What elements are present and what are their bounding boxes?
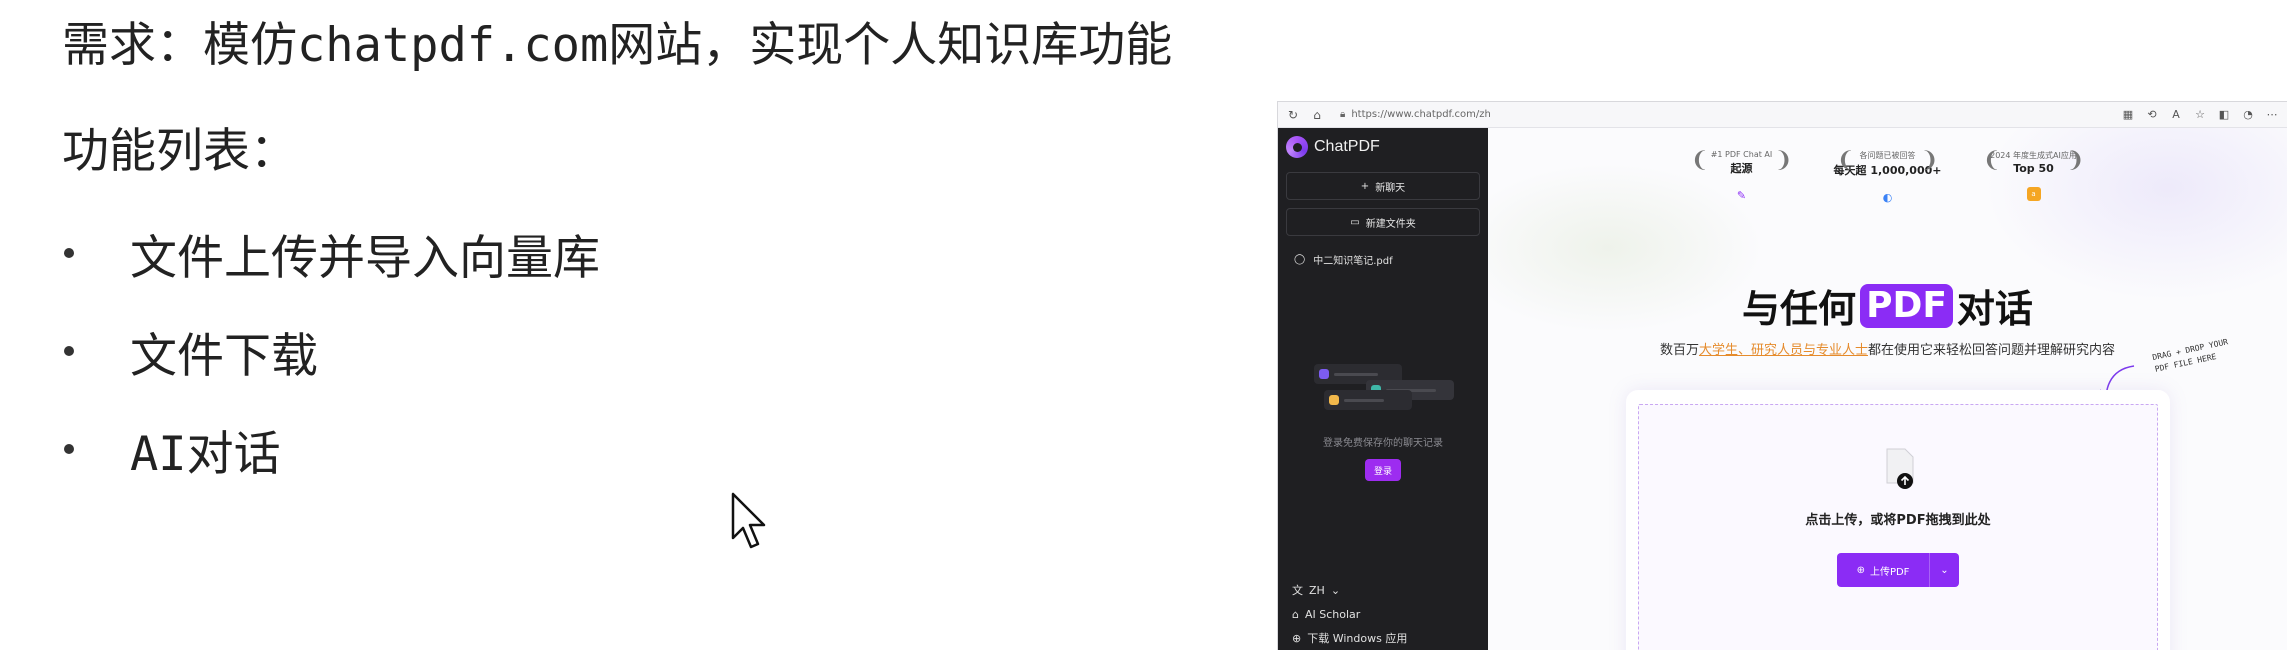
new-folder-button[interactable]: ▭ 新建文件夹 <box>1286 208 1480 236</box>
language-selector[interactable]: 文 ZH ⌄ <box>1292 578 1482 602</box>
chatpdf-app: ChatPDF + 新聊天 ▭ 新建文件夹 ◯ 中二知识笔记.pdf 登录免费保… <box>1278 128 2287 650</box>
upload-card: 点击上传，或将PDF拖拽到此处 ⊕ 上传PDF ⌄ <box>1626 390 2170 650</box>
chatpdf-logo-icon <box>1286 136 1308 158</box>
a16z-icon: a <box>2026 187 2041 201</box>
hero-sub-highlight[interactable]: 大学生、研究人员与专业人士 <box>1699 343 1868 358</box>
feature-list-heading: 功能列表： <box>62 124 297 179</box>
login-tip: 登录免费保存你的聊天记录 <box>1323 438 1443 449</box>
illustration-dot <box>1319 369 1329 379</box>
logo[interactable]: ChatPDF <box>1278 128 1488 166</box>
feature-text: AI对话 <box>130 426 281 482</box>
laurel-icon: ❩ <box>1774 148 1793 173</box>
feature-text: 文件下载 <box>130 328 318 384</box>
document-upload-icon <box>1886 448 1914 489</box>
refresh-icon[interactable]: ↻ <box>1286 108 1300 122</box>
logo-text: ChatPDF <box>1314 138 1380 155</box>
plus-icon: + <box>1360 180 1370 192</box>
address-bar[interactable]: 🔒︎ https://www.chatpdf.com/zh <box>1334 106 2111 124</box>
feature-item: 文件下载 <box>58 302 600 400</box>
read-aloud-icon[interactable]: A <box>2169 108 2183 122</box>
graduation-cap-icon: ⌂ <box>1292 607 1299 621</box>
hero-title-after: 对话 <box>1956 287 2033 331</box>
folder-icon: ▭ <box>1350 216 1360 228</box>
chat-icon: ✎ <box>1736 188 1747 202</box>
translate-icon[interactable]: ⟲ <box>2145 108 2159 122</box>
home-icon[interactable]: ⌂ <box>1310 108 1324 122</box>
sidebar-footer: 文 ZH ⌄ ⌂ AI Scholar ⊕ 下载 Windows 应用 <box>1292 578 1482 650</box>
new-chat-label: 新聊天 <box>1375 182 1406 194</box>
translate-icon: 文 <box>1292 584 1303 597</box>
message-icon: ◐ <box>1882 190 1893 204</box>
more-icon[interactable]: ⋯ <box>2265 108 2279 122</box>
ai-scholar-link[interactable]: ⌂ AI Scholar <box>1292 602 1482 626</box>
chevron-down-icon: ⌄ <box>1940 564 1949 576</box>
upload-circle-icon: ⊕ <box>1856 564 1865 576</box>
mouse-cursor-icon <box>730 492 770 556</box>
illustration-line <box>1344 398 1384 402</box>
download-windows-link[interactable]: ⊕ 下载 Windows 应用 <box>1292 626 1482 650</box>
upload-options-button[interactable]: ⌄ <box>1929 553 1959 587</box>
browser-window: ↻ ⌂ 🔒︎ https://www.chatpdf.com/zh ▦ ⟲ A … <box>1277 101 2287 650</box>
bullet-icon <box>64 444 74 454</box>
illustration-dot <box>1329 395 1339 405</box>
upload-pdf-button[interactable]: ⊕ 上传PDF <box>1837 553 1929 587</box>
chat-bubble-icon: ◯ <box>1294 254 1306 265</box>
chat-file-item[interactable]: ◯ 中二知识笔记.pdf <box>1294 252 1478 267</box>
main-area: ❨ ❩ #1 PDF Chat AI 起源 ✎ ❨ ❩ 各问题已被回答 每天超 … <box>1488 128 2287 650</box>
bullet-icon <box>64 248 74 258</box>
grid-icon[interactable]: ▦ <box>2121 108 2135 122</box>
pdf-dropzone[interactable]: 点击上传，或将PDF拖拽到此处 ⊕ 上传PDF ⌄ <box>1638 404 2158 650</box>
upload-pdf-label: 上传PDF <box>1869 566 1910 578</box>
illustration-card <box>1324 390 1412 410</box>
new-chat-button[interactable]: + 新聊天 <box>1286 172 1480 200</box>
ai-scholar-label: AI Scholar <box>1304 607 1361 621</box>
hero-title-highlight: PDF <box>1860 283 1953 328</box>
file-name: 中二知识笔记.pdf <box>1313 256 1393 267</box>
browser-toolbar: ↻ ⌂ 🔒︎ https://www.chatpdf.com/zh ▦ ⟲ A … <box>1278 102 2287 128</box>
hero-sub-before: 数百万 <box>1659 343 1699 358</box>
laurel-icon: ❨ <box>1836 148 1855 173</box>
hero-section: 与任何 PDF 对话 数百万大学生、研究人员与专业人士都在使用它来轻松回答问题并… <box>1488 278 2287 358</box>
download-windows-label: 下载 Windows 应用 <box>1307 632 1408 645</box>
award-badge: ❨ ❩ 各问题已被回答 每天超 1,000,000+ ◐ <box>1833 148 1943 204</box>
hero-sub-after: 都在使用它来轻松回答问题并理解研究内容 <box>1868 343 2116 358</box>
feature-item: 文件上传并导入向量库 <box>58 204 600 302</box>
chevron-down-icon: ⌄ <box>1330 583 1341 597</box>
laurel-icon: ❨ <box>1982 148 2001 173</box>
feature-text: 文件上传并导入向量库 <box>130 230 600 286</box>
copilot-icon[interactable]: ◔ <box>2241 108 2255 122</box>
feature-item: AI对话 <box>58 400 600 498</box>
slide-title: 需求：模仿chatpdf.com网站，实现个人知识库功能 <box>62 18 1173 73</box>
new-folder-label: 新建文件夹 <box>1365 218 1416 230</box>
upload-button-group: ⊕ 上传PDF ⌄ <box>1837 553 1959 587</box>
awards-row: ❨ ❩ #1 PDF Chat AI 起源 ✎ ❨ ❩ 各问题已被回答 每天超 … <box>1488 148 2287 204</box>
lock-icon: 🔒︎ <box>1340 109 1346 120</box>
award-badge: ❨ ❩ #1 PDF Chat AI 起源 ✎ <box>1687 148 1797 204</box>
dropzone-prompt: 点击上传，或将PDF拖拽到此处 <box>1805 513 1991 528</box>
laurel-icon: ❩ <box>1920 148 1939 173</box>
sidebar: ChatPDF + 新聊天 ▭ 新建文件夹 ◯ 中二知识笔记.pdf 登录免费保… <box>1278 128 1488 650</box>
extension-icon[interactable]: ◧ <box>2217 108 2231 122</box>
download-icon: ⊕ <box>1292 631 1302 645</box>
laurel-icon: ❩ <box>2066 148 2085 173</box>
favorite-icon[interactable]: ☆ <box>2193 108 2207 122</box>
bullet-icon <box>64 346 74 356</box>
hero-title-before: 与任何 <box>1742 287 1857 331</box>
hero-title: 与任何 PDF 对话 <box>1488 278 2287 333</box>
language-label: ZH <box>1309 583 1325 597</box>
illustration-line <box>1334 372 1378 376</box>
login-illustration <box>1314 364 1454 424</box>
award-badge: ❨ ❩ 2024 年度生成式AI应用 Top 50 a <box>1979 148 2089 204</box>
url-text: https://www.chatpdf.com/zh <box>1351 109 1491 120</box>
laurel-icon: ❨ <box>1690 148 1709 173</box>
login-button[interactable]: 登录 <box>1365 459 1401 481</box>
feature-list: 文件上传并导入向量库 文件下载 AI对话 <box>58 204 600 498</box>
